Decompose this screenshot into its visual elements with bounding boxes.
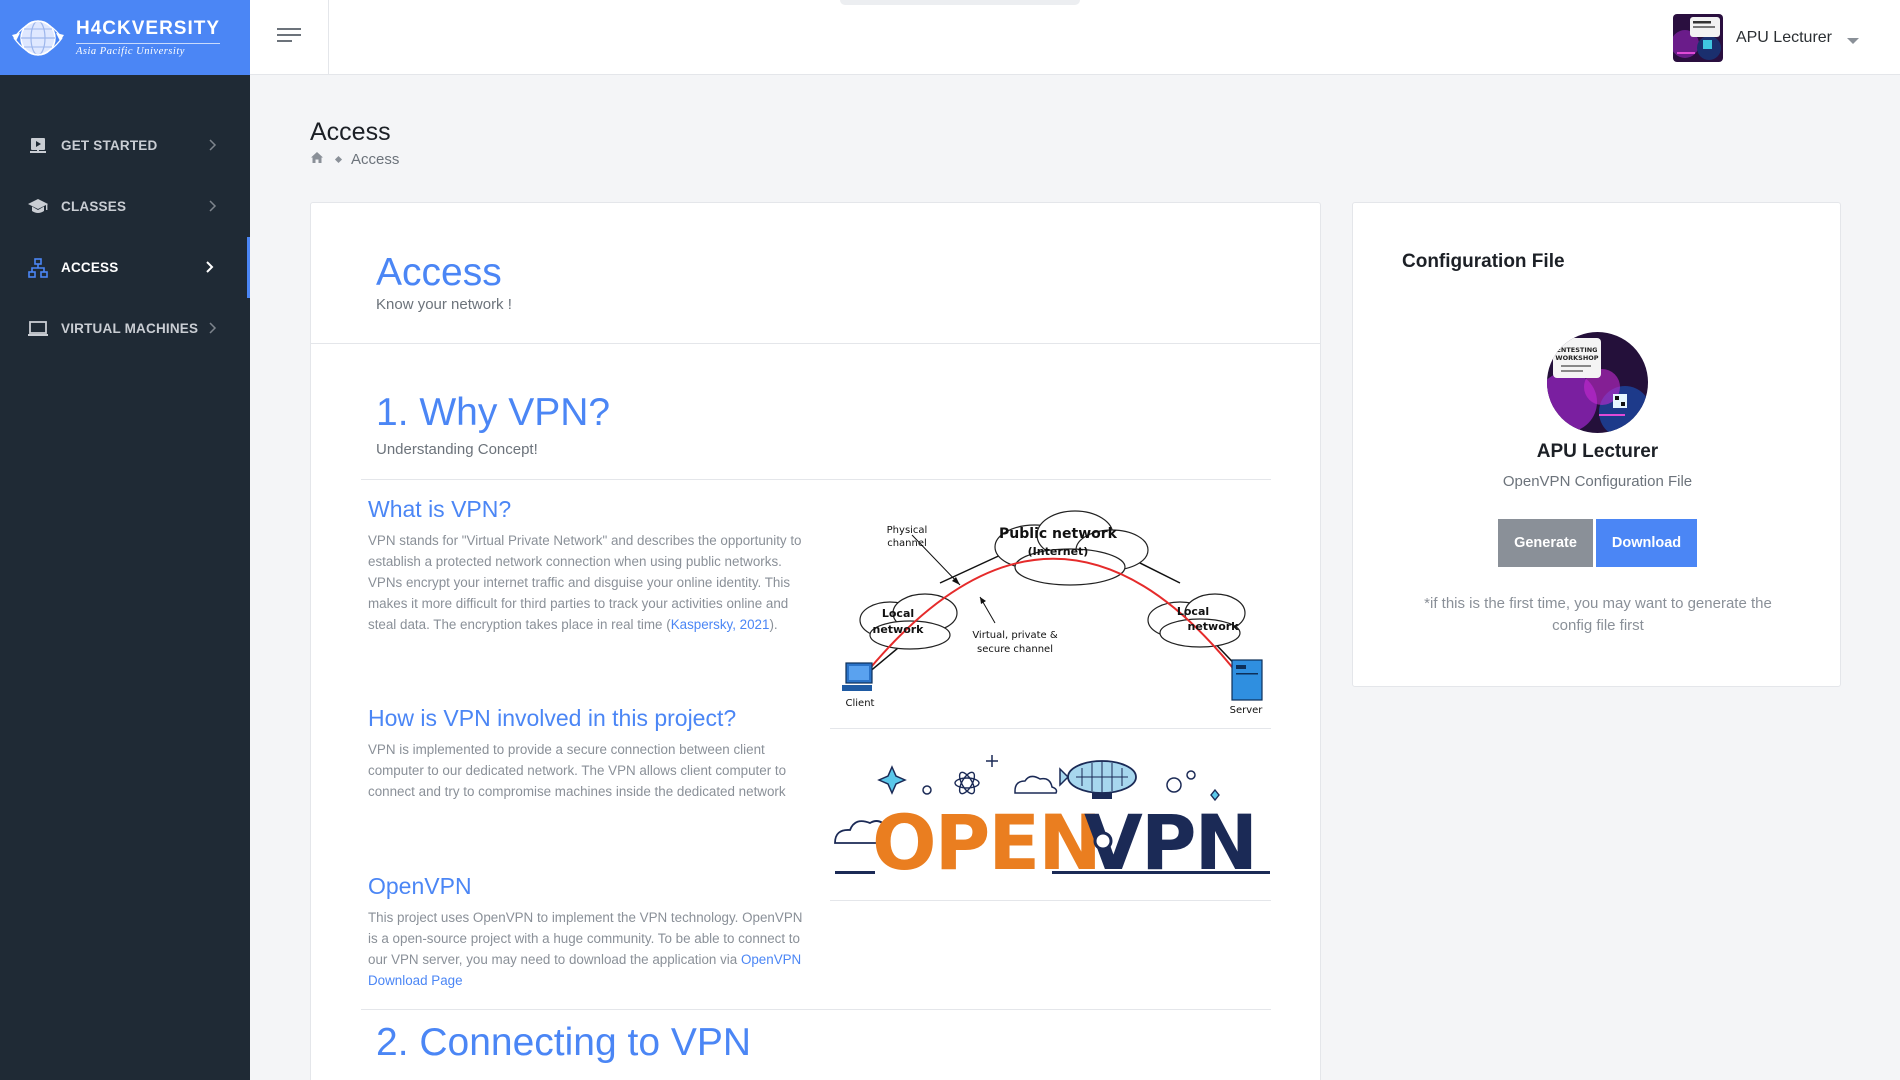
svg-text:network: network xyxy=(1187,620,1239,633)
presentation-icon xyxy=(27,135,49,157)
brand-subtitle: Asia Pacific University xyxy=(76,43,221,57)
openvpn-open-text: OPEN xyxy=(872,798,1100,878)
sidebar-item-label: ACCESS xyxy=(61,260,119,275)
card-title: Access xyxy=(376,251,502,294)
svg-text:Local: Local xyxy=(882,607,914,620)
client-computer-icon xyxy=(842,662,873,691)
topbar: APU Lecturer xyxy=(250,0,1900,75)
breadcrumb-current: Access xyxy=(351,151,400,168)
top-decoration xyxy=(840,0,1080,5)
profile-role: OpenVPN Configuration File xyxy=(1502,473,1693,490)
home-icon[interactable] xyxy=(310,151,324,168)
profile-avatar: ENTESTING WORKSHOP xyxy=(1547,332,1648,433)
globe-logo-icon xyxy=(10,13,66,63)
page-title: Access xyxy=(310,118,391,146)
breadcrumb: Access xyxy=(310,151,399,168)
section-subtitle: Understanding Concept! xyxy=(376,441,538,458)
brand-header[interactable]: H4CKVERSITY Asia Pacific University xyxy=(0,0,250,75)
sidebar-item-access[interactable]: ACCESS xyxy=(0,237,250,298)
svg-text:network: network xyxy=(872,623,924,636)
sidebar: H4CKVERSITY Asia Pacific University GET … xyxy=(0,0,250,1080)
menu-toggle-button[interactable] xyxy=(250,0,329,75)
caret-down-icon xyxy=(1846,33,1860,44)
graduation-cap-icon xyxy=(27,196,49,218)
sidebar-item-classes[interactable]: CLASSES xyxy=(0,176,250,237)
what-is-vpn-title: What is VPN? xyxy=(368,496,512,522)
svg-text:WORKSHOP: WORKSHOP xyxy=(1555,354,1598,362)
sidebar-item-label: VIRTUAL MACHINES xyxy=(61,321,199,336)
svg-text:Local: Local xyxy=(1177,605,1209,618)
how-involved-title: How is VPN involved in this project? xyxy=(368,705,737,731)
breadcrumb-separator xyxy=(334,155,343,164)
server-icon xyxy=(1231,659,1263,701)
what-is-vpn-text: VPN stands for "Virtual Private Network"… xyxy=(368,530,808,635)
download-button[interactable]: Download xyxy=(1596,519,1697,567)
access-card: Access Know your network ! 1. Why VPN? U… xyxy=(310,202,1321,1080)
user-name: APU Lecturer xyxy=(1735,29,1832,46)
chevron-right-icon xyxy=(204,198,220,214)
svg-text:Client: Client xyxy=(846,698,875,709)
chevron-right-icon xyxy=(201,259,217,275)
laptop-icon xyxy=(27,318,49,340)
sidebar-nav: GET STARTED CLASSES ACCESS VIRTUAL MACHI… xyxy=(0,115,250,359)
openvpn-body: This project uses OpenVPN to implement t… xyxy=(368,910,803,967)
config-note: *if this is the first time, you may want… xyxy=(1424,595,1772,634)
brand-name: H4CKVERSITY xyxy=(76,18,221,39)
how-involved-text: VPN is implemented to provide a secure c… xyxy=(368,742,787,799)
generate-button[interactable]: Generate xyxy=(1498,519,1593,567)
card-header: Access Know your network ! xyxy=(311,203,1320,344)
sidebar-item-virtual-machines[interactable]: VIRTUAL MACHINES xyxy=(0,298,250,359)
kaspersky-link[interactable]: Kaspersky, 2021 xyxy=(671,617,770,632)
divider xyxy=(830,900,1271,901)
card-subtitle: Know your network ! xyxy=(376,296,512,313)
openvpn-text: This project uses OpenVPN to implement t… xyxy=(368,907,808,991)
user-menu[interactable]: APU Lecturer xyxy=(1672,14,1860,62)
avatar xyxy=(1672,14,1723,62)
divider xyxy=(361,1009,1271,1010)
config-title: Configuration File xyxy=(1402,251,1565,272)
svg-text:Public network: Public network xyxy=(999,526,1118,542)
chevron-right-icon xyxy=(204,137,220,153)
local-network-cloud-left xyxy=(859,593,958,650)
svg-text:Virtual, private &: Virtual, private & xyxy=(972,630,1058,641)
vpn-diagram: Physical channel Public network (Interne… xyxy=(830,495,1271,722)
svg-text:channel: channel xyxy=(887,538,927,549)
network-icon xyxy=(27,257,49,279)
sidebar-item-label: CLASSES xyxy=(61,199,127,214)
svg-text:Physical: Physical xyxy=(887,525,928,536)
profile-name: APU Lecturer xyxy=(1536,441,1659,462)
chevron-right-icon xyxy=(204,320,220,336)
hamburger-menu-icon xyxy=(277,26,301,49)
svg-text:Server: Server xyxy=(1230,705,1264,716)
configuration-file-card: Configuration File ENTESTING WORKSHOP AP… xyxy=(1352,202,1841,687)
what-is-vpn-body-end: ). xyxy=(769,617,778,632)
section-title-why-vpn: 1. Why VPN? xyxy=(376,391,611,434)
svg-text:secure channel: secure channel xyxy=(977,644,1053,655)
svg-text:ENTESTING: ENTESTING xyxy=(1556,346,1597,354)
divider xyxy=(830,728,1271,729)
divider xyxy=(361,479,1271,480)
openvpn-title: OpenVPN xyxy=(368,873,472,899)
openvpn-logo: OPEN VPN xyxy=(830,743,1271,887)
sidebar-item-get-started[interactable]: GET STARTED xyxy=(0,115,250,176)
sidebar-item-label: GET STARTED xyxy=(61,138,158,153)
section-title-connecting: 2. Connecting to VPN xyxy=(376,1021,752,1064)
svg-text:(Internet): (Internet) xyxy=(1028,545,1089,558)
